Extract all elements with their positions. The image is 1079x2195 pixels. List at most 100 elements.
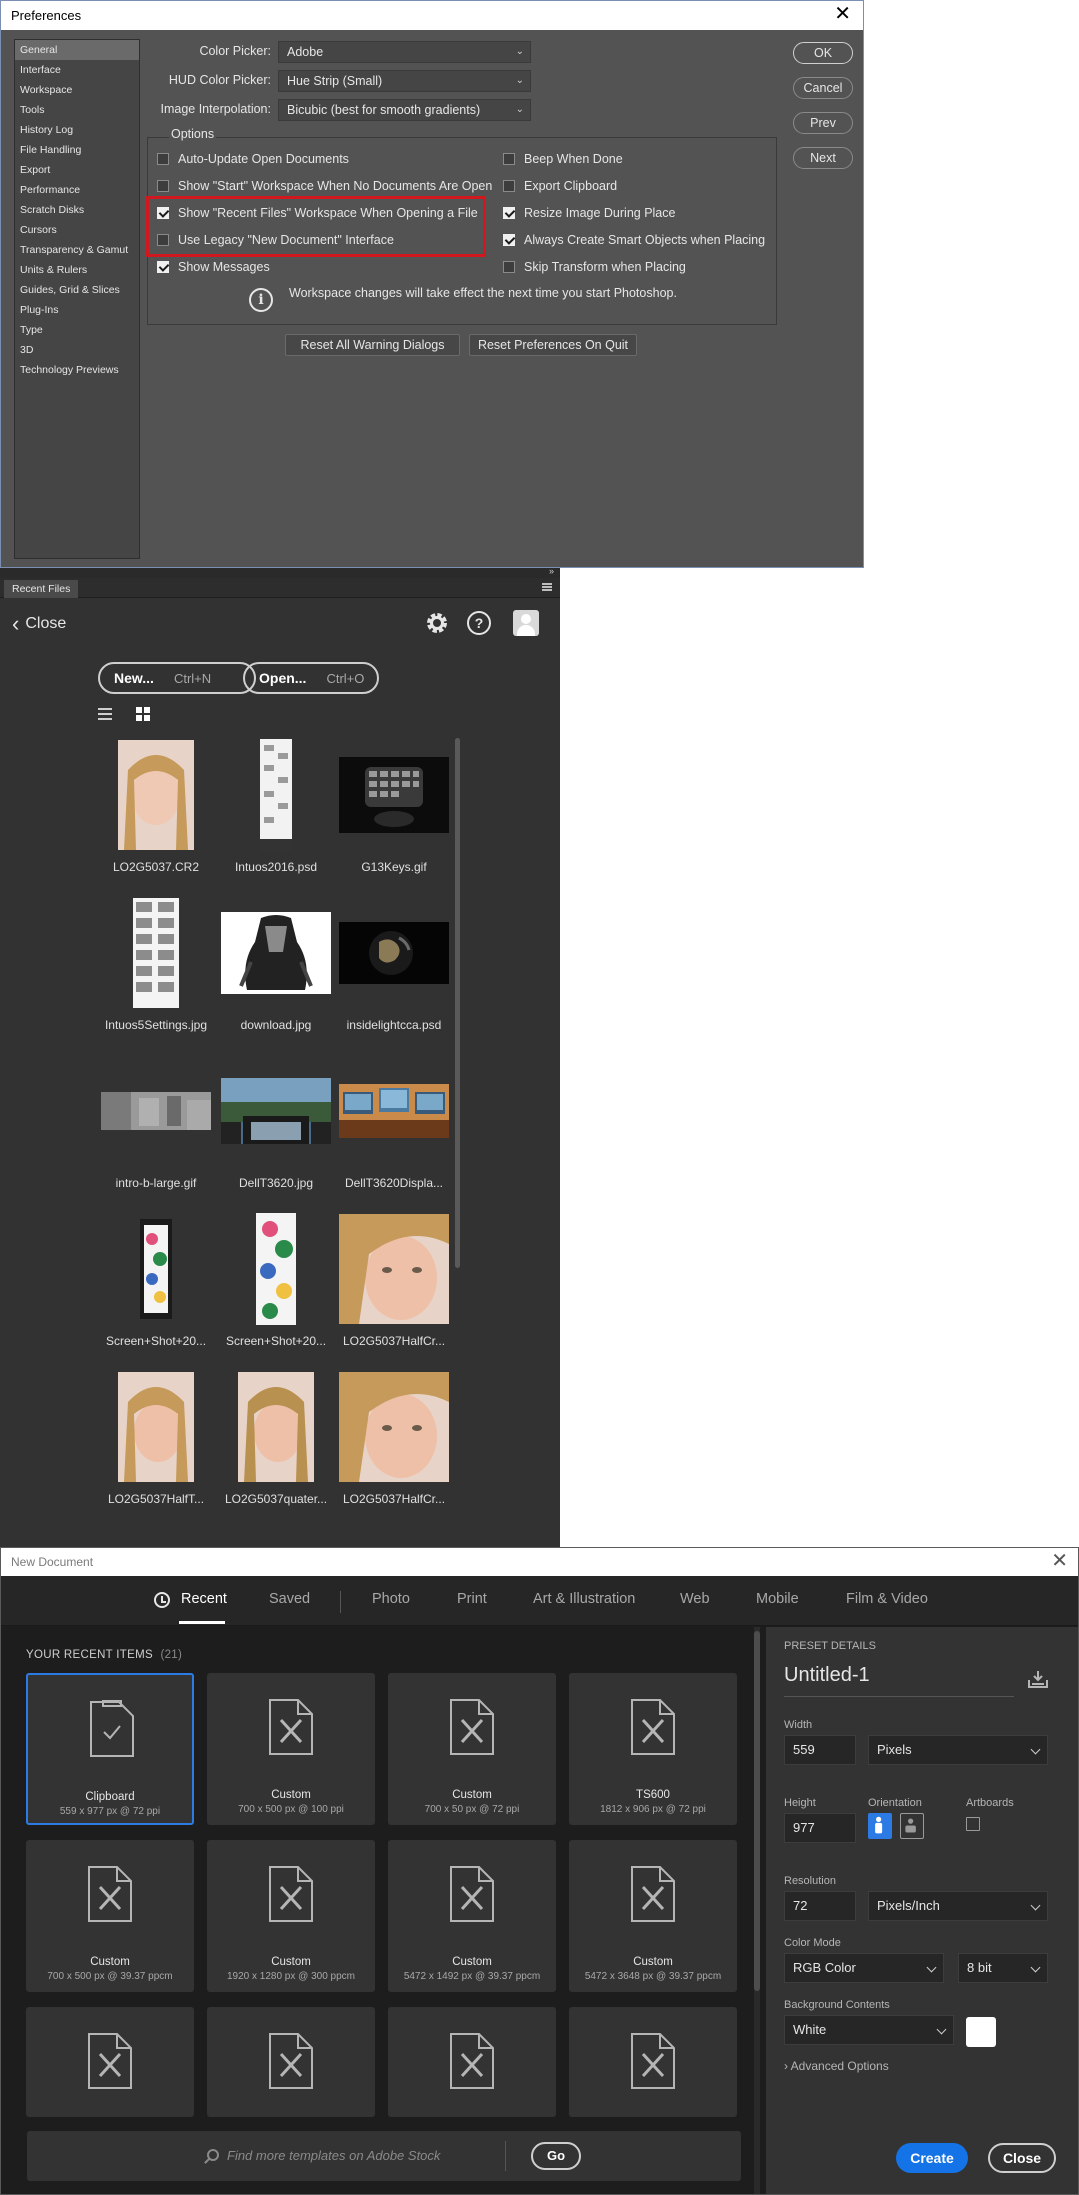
grid-view-icon[interactable] xyxy=(136,707,150,721)
preset-card[interactable]: TS600 1812 x 906 px @ 72 ppi xyxy=(569,1673,737,1825)
open-file-button[interactable]: Open... Ctrl+O xyxy=(243,662,379,694)
save-preset-icon[interactable] xyxy=(1028,1670,1048,1688)
tab-recent[interactable]: Recent xyxy=(181,1591,227,1607)
sidebar-item-plugins[interactable]: Plug-Ins xyxy=(15,300,139,320)
width-unit-select[interactable]: Pixels xyxy=(868,1735,1048,1765)
help-icon[interactable]: ? xyxy=(467,611,491,635)
list-view-icon[interactable] xyxy=(98,708,112,720)
recent-file-item[interactable]: insidelightcca.psd xyxy=(336,894,452,1052)
advanced-options-toggle[interactable]: › Advanced Options xyxy=(784,2059,889,2073)
recent-file-item[interactable]: DellT3620Displa... xyxy=(336,1052,452,1210)
recent-file-item[interactable]: Intuos5Settings.jpg xyxy=(98,894,214,1052)
checkbox-checked[interactable] xyxy=(503,234,515,246)
tab-film-video[interactable]: Film & Video xyxy=(846,1591,928,1607)
option-smart-objects[interactable]: Always Create Smart Objects when Placing xyxy=(503,231,765,249)
sidebar-item-3d[interactable]: 3D xyxy=(15,340,139,360)
sidebar-item-technology-previews[interactable]: Technology Previews xyxy=(15,360,139,380)
close-icon[interactable]: ✕ xyxy=(834,4,851,24)
recent-file-item[interactable]: LO2G5037.CR2 xyxy=(98,736,214,894)
recent-file-item[interactable]: Screen+Shot+20... xyxy=(218,1210,334,1368)
option-show-messages[interactable]: Show Messages xyxy=(157,258,270,276)
new-file-button[interactable]: New... Ctrl+N xyxy=(98,662,256,694)
checkbox[interactable] xyxy=(503,153,515,165)
preset-card[interactable]: Custom 1920 x 1280 px @ 300 ppcm xyxy=(207,1840,375,1992)
collapse-icon[interactable]: » xyxy=(549,566,554,576)
tab-saved[interactable]: Saved xyxy=(269,1591,310,1607)
tab-recent-files[interactable]: Recent Files xyxy=(4,580,79,598)
width-input[interactable]: 559 xyxy=(784,1735,856,1765)
sidebar-item-history-log[interactable]: History Log xyxy=(15,120,139,140)
ok-button[interactable]: OK xyxy=(793,42,853,64)
recent-file-item[interactable]: LO2G5037HalfT... xyxy=(98,1368,214,1526)
scrollbar-thumb[interactable] xyxy=(754,1631,760,1991)
recent-file-item[interactable]: Screen+Shot+20... xyxy=(98,1210,214,1368)
recent-file-item[interactable]: LO2G5037HalfCr... xyxy=(336,1368,452,1526)
checkbox[interactable] xyxy=(503,180,515,192)
reset-preferences-button[interactable]: Reset Preferences On Quit xyxy=(469,334,637,356)
checkbox[interactable] xyxy=(157,180,169,192)
tab-web[interactable]: Web xyxy=(680,1591,710,1607)
option-resize-image[interactable]: Resize Image During Place xyxy=(503,204,675,222)
checkbox[interactable] xyxy=(157,153,169,165)
tab-print[interactable]: Print xyxy=(457,1591,487,1607)
preset-card-clipboard[interactable]: Clipboard 559 x 977 px @ 72 ppi xyxy=(26,1673,194,1825)
preset-card[interactable]: Custom 700 x 500 px @ 39.37 ppcm xyxy=(26,1840,194,1992)
interpolation-select[interactable]: Bicubic (best for smooth gradients) ⌄ xyxy=(278,99,531,121)
sidebar-item-guides[interactable]: Guides, Grid & Slices xyxy=(15,280,139,300)
create-button[interactable]: Create xyxy=(896,2143,968,2173)
artboards-checkbox[interactable] xyxy=(966,1817,980,1831)
recent-file-item[interactable]: intro-b-large.gif xyxy=(98,1052,214,1210)
color-picker-select[interactable]: Adobe ⌄ xyxy=(278,41,531,63)
recent-file-item[interactable]: Intuos2016.psd xyxy=(218,736,334,894)
preset-card[interactable] xyxy=(569,2007,737,2117)
recent-file-item[interactable]: LO2G5037HalfCr... xyxy=(336,1210,452,1368)
sidebar-item-scratch-disks[interactable]: Scratch Disks xyxy=(15,200,139,220)
sidebar-item-transparency[interactable]: Transparency & Gamut xyxy=(15,240,139,260)
next-button[interactable]: Next xyxy=(793,147,853,169)
checkbox[interactable] xyxy=(503,261,515,273)
option-show-start-workspace[interactable]: Show "Start" Workspace When No Documents… xyxy=(157,177,492,195)
document-name[interactable]: Untitled-1 xyxy=(784,1664,870,1687)
tab-mobile[interactable]: Mobile xyxy=(756,1591,799,1607)
background-color-swatch[interactable] xyxy=(966,2017,996,2047)
close-button[interactable]: Close xyxy=(988,2143,1056,2173)
recent-file-item[interactable]: DellT3620.jpg xyxy=(218,1052,334,1210)
option-auto-update[interactable]: Auto-Update Open Documents xyxy=(157,150,349,168)
recent-file-item[interactable]: download.jpg xyxy=(218,894,334,1052)
sidebar-item-export[interactable]: Export xyxy=(15,160,139,180)
preset-card[interactable]: Custom 5472 x 3648 px @ 39.37 ppcm xyxy=(569,1840,737,1992)
background-select[interactable]: White xyxy=(784,2015,954,2045)
gear-icon[interactable] xyxy=(424,610,450,636)
sidebar-item-file-handling[interactable]: File Handling xyxy=(15,140,139,160)
checkbox-checked[interactable] xyxy=(503,207,515,219)
checkbox-checked[interactable] xyxy=(157,261,169,273)
avatar[interactable] xyxy=(513,610,539,636)
tab-art-illustration[interactable]: Art & Illustration xyxy=(533,1591,635,1607)
sidebar-item-cursors[interactable]: Cursors xyxy=(15,220,139,240)
resolution-input[interactable]: 72 xyxy=(784,1891,856,1921)
sidebar-item-units-rulers[interactable]: Units & Rulers xyxy=(15,260,139,280)
landscape-orientation-icon[interactable] xyxy=(900,1813,924,1839)
close-icon[interactable]: ✕ xyxy=(1051,1551,1068,1571)
option-export-clipboard[interactable]: Export Clipboard xyxy=(503,177,617,195)
reset-warnings-button[interactable]: Reset All Warning Dialogs xyxy=(285,334,460,356)
sidebar-item-performance[interactable]: Performance xyxy=(15,180,139,200)
option-beep-when-done[interactable]: Beep When Done xyxy=(503,150,623,168)
recent-file-item[interactable]: G13Keys.gif xyxy=(336,736,452,894)
preset-card[interactable] xyxy=(207,2007,375,2117)
go-button[interactable]: Go xyxy=(531,2142,581,2170)
prev-button[interactable]: Prev xyxy=(793,112,853,134)
preset-card[interactable]: Custom 5472 x 1492 px @ 39.37 ppcm xyxy=(388,1840,556,1992)
preset-card[interactable]: Custom 700 x 50 px @ 72 ppi xyxy=(388,1673,556,1825)
bit-depth-select[interactable]: 8 bit xyxy=(958,1953,1048,1983)
height-input[interactable]: 977 xyxy=(784,1813,856,1843)
option-skip-transform[interactable]: Skip Transform when Placing xyxy=(503,258,686,276)
stock-search-input[interactable] xyxy=(227,2144,527,2166)
panel-menu-icon[interactable] xyxy=(542,583,552,591)
preset-card[interactable] xyxy=(388,2007,556,2117)
color-mode-select[interactable]: RGB Color xyxy=(784,1953,944,1983)
sidebar-item-type[interactable]: Type xyxy=(15,320,139,340)
preset-card[interactable] xyxy=(26,2007,194,2117)
recent-file-item[interactable]: LO2G5037quater... xyxy=(218,1368,334,1526)
preset-card[interactable]: Custom 700 x 500 px @ 100 ppi xyxy=(207,1673,375,1825)
